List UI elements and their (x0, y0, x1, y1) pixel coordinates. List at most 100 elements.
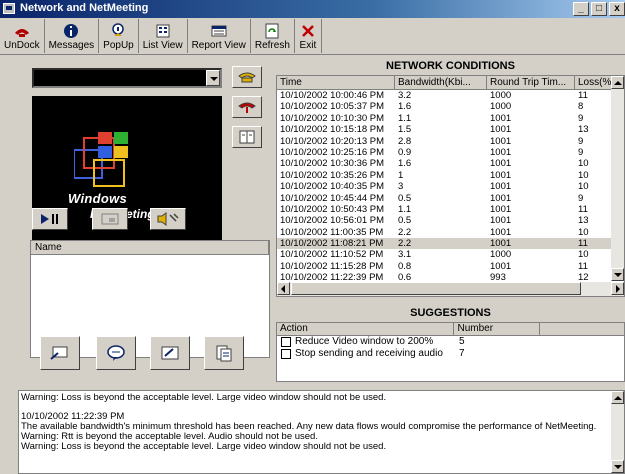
round-trip-column-header[interactable]: Round Trip Tim... (487, 76, 575, 89)
table-row[interactable]: 10/10/2002 10:20:13 PM 2.8 1001 9 (277, 136, 624, 147)
suggestion-checkbox[interactable] (281, 337, 291, 347)
loss-column-header[interactable]: Loss(% (575, 76, 612, 89)
picture-in-picture-button[interactable] (92, 208, 128, 230)
place-call-button[interactable] (232, 66, 262, 88)
table-row[interactable]: 10/10/2002 10:00:46 PM 3.2 1000 11 (277, 90, 624, 101)
report-view-label: Report View (191, 40, 246, 51)
scroll-right-button[interactable] (611, 282, 624, 295)
file-transfer-button[interactable] (204, 336, 244, 370)
phone-icon (238, 72, 256, 83)
bandwidth-cell: 1.6 (398, 158, 412, 170)
loss-cell: 10 (578, 169, 589, 181)
play-pause-button[interactable] (32, 208, 68, 230)
scroll-down-button[interactable] (611, 268, 624, 281)
loss-cell: 10 (578, 158, 589, 170)
info-icon (62, 23, 80, 39)
name-column-header[interactable]: Name (31, 241, 269, 255)
maximize-button[interactable]: □ (591, 2, 607, 16)
suggestion-row[interactable]: Reduce Video window to 200% 5 (277, 336, 624, 348)
table-row[interactable]: 10/10/2002 10:45:44 PM 0.5 1001 9 (277, 193, 624, 204)
whiteboard-button[interactable] (150, 336, 190, 370)
scroll-up-button[interactable] (611, 76, 624, 89)
time-cell: 10/10/2002 11:08:21 PM (280, 238, 384, 250)
action-column-header[interactable]: Action (277, 323, 455, 335)
bandwidth-cell: 1.6 (398, 101, 412, 113)
exit-icon (299, 23, 317, 39)
close-button[interactable]: x (609, 2, 625, 16)
bandwidth-column-header[interactable]: Bandwidth(Kbi... (395, 76, 487, 89)
messages-button[interactable]: Messages (45, 19, 100, 53)
scroll-left-button[interactable] (277, 282, 290, 295)
share-button[interactable] (40, 336, 80, 370)
table-row[interactable]: 10/10/2002 10:40:35 PM 3 1001 10 (277, 181, 624, 192)
table-row[interactable]: 10/10/2002 11:00:35 PM 2.2 1001 10 (277, 227, 624, 238)
audio-settings-button[interactable] (150, 208, 186, 230)
messages-label: Messages (48, 40, 95, 51)
undock-label: UnDock (4, 40, 40, 51)
chat-button[interactable] (96, 336, 136, 370)
brand-windows: Windows (68, 191, 128, 206)
time-column-header[interactable]: Time (277, 76, 395, 89)
table-row[interactable]: 10/10/2002 11:08:21 PM 2.2 1001 11 (277, 238, 624, 250)
bandwidth-cell: 3.1 (398, 249, 412, 261)
table-row[interactable]: 10/10/2002 10:10:30 PM 1.1 1001 9 (277, 113, 624, 124)
directory-button[interactable] (232, 126, 262, 148)
log-vertical-scrollbar[interactable] (611, 391, 624, 473)
table-row[interactable]: 10/10/2002 10:56:01 PM 0.5 1001 13 (277, 215, 624, 226)
loss-cell: 11 (578, 203, 588, 215)
table-row[interactable]: 10/10/2002 10:35:26 PM 1 1001 10 (277, 170, 624, 181)
round-trip-cell: 1001 (490, 215, 512, 227)
list-view-label: List View (142, 40, 183, 51)
bandwidth-cell: 3 (398, 181, 404, 193)
round-trip-cell: 1001 (490, 146, 512, 158)
scroll-up-button[interactable] (611, 391, 624, 404)
table-row[interactable]: 10/10/2002 10:25:16 PM 0.9 1001 9 (277, 147, 624, 158)
table-row[interactable]: 10/10/2002 10:15:18 PM 1.5 1001 13 (277, 124, 624, 135)
chevron-down-icon[interactable] (206, 70, 220, 86)
time-cell: 10/10/2002 10:10:30 PM (280, 112, 385, 124)
hang-up-button[interactable] (232, 96, 262, 118)
scroll-thumb[interactable] (291, 282, 581, 295)
round-trip-cell: 1001 (490, 203, 512, 215)
number-column-header[interactable]: Number (454, 323, 541, 335)
loss-cell: 13 (578, 124, 589, 136)
loss-cell: 11 (578, 260, 588, 272)
refresh-button[interactable]: Refresh (251, 19, 295, 53)
message-log[interactable]: Warning: Loss is beyond the acceptable l… (18, 390, 625, 474)
network-table-body: 10/10/2002 10:00:46 PM 3.2 1000 11 10/10/200… (277, 90, 624, 284)
round-trip-cell: 1000 (490, 90, 512, 101)
time-cell: 10/10/2002 10:25:16 PM (280, 146, 385, 158)
suggestion-checkbox[interactable] (281, 349, 291, 359)
minimize-button[interactable]: _ (573, 2, 589, 16)
table-row[interactable]: 10/10/2002 10:05:37 PM 1.6 1000 8 (277, 101, 624, 112)
suggestion-number: 7 (459, 348, 465, 359)
undock-button[interactable]: UnDock (0, 19, 45, 53)
time-cell: 10/10/2002 10:00:46 PM (280, 90, 385, 101)
round-trip-cell: 1001 (490, 260, 512, 272)
report-view-button[interactable]: Report View (188, 19, 251, 53)
network-vertical-scrollbar[interactable] (611, 76, 624, 281)
suggestions-list[interactable]: Action Number Reduce Video window to 200… (276, 322, 625, 382)
call-combo[interactable] (32, 68, 222, 88)
popup-button[interactable]: PopUp (99, 19, 139, 53)
table-row[interactable]: 10/10/2002 10:50:43 PM 1.1 1001 11 (277, 204, 624, 215)
toolbar: UnDock Messages PopUp List View Report V… (0, 19, 625, 55)
round-trip-cell: 1001 (490, 158, 512, 170)
network-horizontal-scrollbar[interactable] (277, 282, 624, 296)
scroll-down-button[interactable] (611, 460, 624, 473)
exit-label: Exit (299, 40, 317, 51)
table-row[interactable]: 10/10/2002 11:10:52 PM 3.1 1000 10 (277, 249, 624, 260)
speaker-mic-icon (157, 212, 179, 226)
popup-icon (109, 23, 127, 39)
round-trip-cell: 1001 (490, 192, 512, 204)
title-bar[interactable]: Network and NetMeeting _ □ x (0, 0, 625, 18)
network-conditions-table[interactable]: Time Bandwidth(Kbi... Round Trip Tim... … (276, 75, 625, 297)
table-row[interactable]: 10/10/2002 11:15:28 PM 0.8 1001 11 (277, 261, 624, 272)
suggestion-row[interactable]: Stop sending and receiving audio 7 (277, 348, 624, 360)
round-trip-cell: 1001 (490, 181, 512, 193)
directory-icon (239, 130, 255, 144)
exit-button[interactable]: Exit (295, 19, 322, 53)
bandwidth-cell: 2.2 (398, 238, 412, 250)
list-view-button[interactable]: List View (139, 19, 188, 53)
table-row[interactable]: 10/10/2002 10:30:36 PM 1.6 1001 10 (277, 158, 624, 169)
